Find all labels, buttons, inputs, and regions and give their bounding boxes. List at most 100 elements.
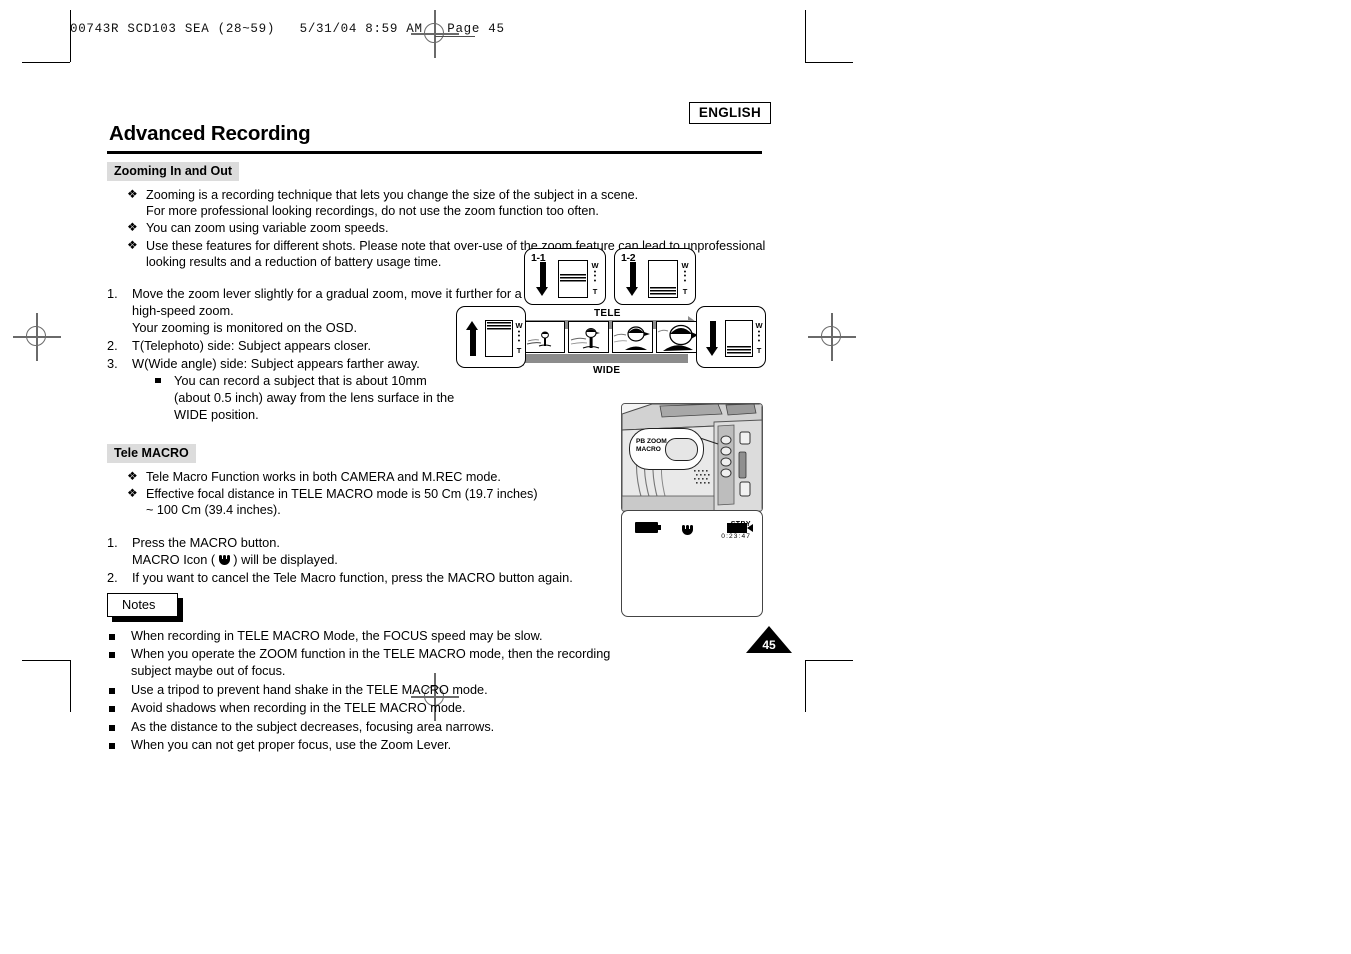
scale-dots: • • • xyxy=(593,269,597,285)
up-arrow-icon xyxy=(466,321,479,356)
callout-line-2: MACRO xyxy=(636,446,661,453)
subnote-text-cont: (about 0.5 inch) away from the lens surf… xyxy=(174,389,455,405)
callout-text: PB ZOOM MACRO xyxy=(636,438,667,454)
note-text: When you can not get proper focus, use t… xyxy=(131,738,452,753)
tele-label: T xyxy=(756,346,762,355)
zoom-lever-graphic xyxy=(725,320,753,357)
zoom-lever-box-1-2: 1-2 W • • • T xyxy=(614,248,696,305)
zoom-lever-box-1-1: 1-1 W • • • T xyxy=(524,248,606,305)
list-item: Use a tripod to prevent hand shake in th… xyxy=(107,682,767,699)
note-text: When you operate the ZOOM function in th… xyxy=(131,647,611,679)
square-bullet-icon xyxy=(155,377,161,384)
square-bullet-icon xyxy=(109,724,115,731)
bullet-text: Tele Macro Function works in both CAMERA… xyxy=(146,469,501,484)
zoom-sample-1 xyxy=(524,321,565,353)
step-text: T(Telephoto) side: Subject appears close… xyxy=(132,337,372,353)
page-title: Advanced Recording xyxy=(109,122,311,145)
step-text: If you want to cancel the Tele Macro fun… xyxy=(132,569,573,585)
note-text: Use a tripod to prevent hand shake in th… xyxy=(131,682,488,697)
battery-icon xyxy=(635,522,661,533)
tele-label: T xyxy=(592,287,598,296)
tele-label: T xyxy=(516,346,522,355)
step-text: W(Wide angle) side: Subject appears fart… xyxy=(132,355,420,371)
zoom-lever-box-tele: W • • • T xyxy=(696,306,766,368)
square-bullet-icon xyxy=(109,652,115,659)
note-text: As the distance to the subject decreases… xyxy=(131,719,495,734)
timecode-display: 0:23:47 xyxy=(721,533,751,540)
pb-zoom-macro-callout: PB ZOOM MACRO xyxy=(629,428,704,470)
language-badge: ENGLISH xyxy=(688,102,771,124)
bullet-text-cont: For more professional looking recordings… xyxy=(146,204,599,218)
camcorder-photo: PB ZOOM MACRO xyxy=(621,403,763,512)
tele-label: T xyxy=(682,287,688,296)
notes-label: Notes xyxy=(107,592,179,617)
bullet-text: You can zoom using variable zoom speeds. xyxy=(146,221,389,236)
standby-indicator: STBY xyxy=(730,521,751,528)
list-item: ❖ Zooming is a recording technique that … xyxy=(127,187,767,220)
wide-direction-arrow xyxy=(513,350,688,366)
square-bullet-icon xyxy=(109,743,115,750)
zoom-lever-diagram: 1-1 W • • • T 1-2 W • • • T TELE WIDE W … xyxy=(456,248,766,376)
zoom-lever-graphic xyxy=(558,260,588,298)
club-bullet-icon: ❖ xyxy=(127,468,138,483)
print-job-header: 00743R SCD103 SEA (28~59) 5/31/04 8:59 A… xyxy=(70,22,505,36)
manual-page: 00743R SCD103 SEA (28~59) 5/31/04 8:59 A… xyxy=(0,0,1351,954)
crop-mark-left-bottom-horizontal xyxy=(22,660,70,662)
macro-flower-icon xyxy=(682,521,693,539)
crop-mark-top-right-vertical xyxy=(805,10,807,62)
subject-mid-icon xyxy=(570,328,600,349)
wide-band-label: WIDE xyxy=(593,365,621,376)
zoom-sample-2 xyxy=(568,321,609,353)
square-bullet-icon xyxy=(109,633,115,640)
list-number: 1. xyxy=(107,285,118,301)
macro-icon-step: MACRO Icon ( ) will be displayed. xyxy=(132,552,338,567)
zoom-lever-graphic xyxy=(485,320,513,357)
print-header-rule xyxy=(435,36,475,37)
club-bullet-icon: ❖ xyxy=(127,186,138,201)
macro-step-suffix: ) will be displayed. xyxy=(229,551,338,567)
list-item: When you operate the ZOOM function in th… xyxy=(107,646,641,680)
step-text-cont: high-speed zoom. xyxy=(132,302,234,318)
subnote-text: You can record a subject that is about 1… xyxy=(174,372,427,388)
zoom-sample-3 xyxy=(612,321,653,353)
notes-label-box: Notes xyxy=(107,592,184,622)
macro-flower-glyph xyxy=(682,525,693,536)
down-arrow-icon xyxy=(626,262,639,296)
scale-dots: • • • xyxy=(517,329,521,345)
club-bullet-icon: ❖ xyxy=(127,237,138,252)
macro-button-highlight[interactable] xyxy=(665,438,698,461)
list-item: ❖ You can zoom using variable zoom speed… xyxy=(127,220,767,236)
bullet-text: Zooming is a recording technique that le… xyxy=(146,187,639,202)
list-item: When you can not get proper focus, use t… xyxy=(107,737,767,754)
crop-mark-right-bottom-horizontal xyxy=(805,660,853,662)
note-text: Avoid shadows when recording in the TELE… xyxy=(131,701,466,716)
club-bullet-icon: ❖ xyxy=(127,486,138,501)
zoom-lever-graphic xyxy=(648,260,678,298)
square-bullet-icon xyxy=(109,687,115,694)
list-number: 1. xyxy=(107,534,118,550)
list-item: Avoid shadows when recording in the TELE… xyxy=(107,700,767,717)
subnote-text-cont2: WIDE position. xyxy=(174,406,259,422)
section-heading-tele-macro: Tele MACRO xyxy=(107,443,196,463)
registration-mark-left xyxy=(13,313,61,361)
registration-mark-right xyxy=(808,313,856,361)
crop-mark-top-left-vertical xyxy=(70,10,72,62)
crop-mark-left-top-horizontal xyxy=(22,62,70,64)
page-number-text: 45 xyxy=(762,638,776,652)
zoom-lever-box-wide: W • • • T xyxy=(456,306,526,368)
crop-mark-right-top-horizontal xyxy=(805,62,853,64)
list-number: 2. xyxy=(107,337,118,353)
step-text-cont2: Your zooming is monitored on the OSD. xyxy=(132,319,358,335)
subject-far-icon xyxy=(526,331,552,347)
scale-dots: • • • xyxy=(683,269,687,285)
note-text: When recording in TELE MACRO Mode, the F… xyxy=(131,628,543,643)
square-bullet-icon xyxy=(109,706,115,713)
callout-line-1: PB ZOOM xyxy=(636,438,667,445)
subject-near-icon xyxy=(613,326,650,350)
scale-dots: • • • xyxy=(757,329,761,345)
crop-mark-bottom-left-vertical xyxy=(70,660,72,712)
down-arrow-icon xyxy=(536,262,549,296)
macro-step-prefix: MACRO Icon ( xyxy=(132,551,219,567)
title-underline xyxy=(107,151,762,154)
page-number-badge: 45 xyxy=(746,626,792,653)
